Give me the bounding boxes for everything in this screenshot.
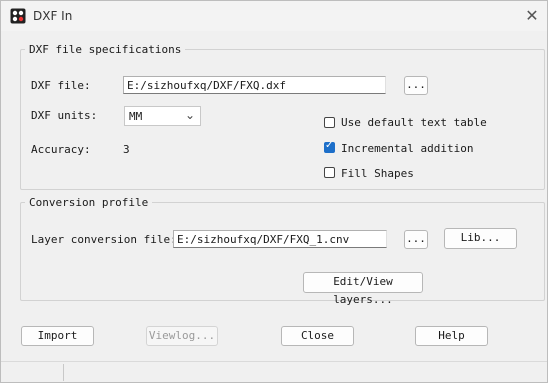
dxf-file-field[interactable]: E:/sizhoufxq/DXF/FXQ.dxf [123, 76, 386, 94]
group-title: DXF file specifications [29, 43, 182, 56]
incremental-addition-label[interactable]: Incremental addition [341, 142, 473, 155]
group-title: Conversion profile [29, 196, 149, 209]
dxf-in-dialog: DXF In ✕ DXF file specifications DXF fil… [0, 0, 548, 383]
fill-shapes-checkbox[interactable] [324, 167, 335, 178]
window-title: DXF In [33, 9, 73, 23]
units-selected-value: MM [129, 110, 143, 123]
status-bar [1, 361, 547, 383]
help-button[interactable]: Help [415, 326, 488, 346]
layer-conversion-browse-button[interactable]: ... [404, 230, 428, 249]
close-icon[interactable]: ✕ [522, 6, 542, 26]
import-button[interactable]: Import [21, 326, 94, 346]
chevron-down-icon: ⌄ [184, 108, 195, 122]
layer-conversion-file-field[interactable]: E:/sizhoufxq/DXF/FXQ_1.cnv [173, 230, 387, 248]
dxf-units-label: DXF units: [31, 109, 98, 122]
incremental-addition-checkbox[interactable]: ✓ [324, 140, 335, 153]
viewlog-button[interactable]: Viewlog... [146, 326, 218, 346]
lib-button[interactable]: Lib... [444, 228, 517, 249]
status-divider [63, 364, 64, 381]
close-button[interactable]: Close [281, 326, 354, 346]
accuracy-value: 3 [123, 143, 130, 156]
layer-conversion-file-label: Layer conversion file: [31, 233, 177, 246]
checkmark-icon: ✓ [325, 140, 334, 151]
dxf-file-label: DXF file: [31, 79, 91, 92]
edit-view-layers-button[interactable]: Edit/View layers... [303, 272, 423, 306]
use-default-text-table-checkbox[interactable] [324, 117, 335, 128]
fill-shapes-label[interactable]: Fill Shapes [341, 167, 414, 180]
dxf-units-select[interactable]: MM ⌄ [124, 106, 201, 126]
accuracy-label: Accuracy: [31, 143, 91, 156]
dxf-file-browse-button[interactable]: ... [404, 76, 428, 95]
use-default-text-table-label[interactable]: Use default text table [341, 116, 487, 129]
title-bar: DXF In ✕ [1, 1, 547, 31]
app-icon [10, 8, 26, 24]
